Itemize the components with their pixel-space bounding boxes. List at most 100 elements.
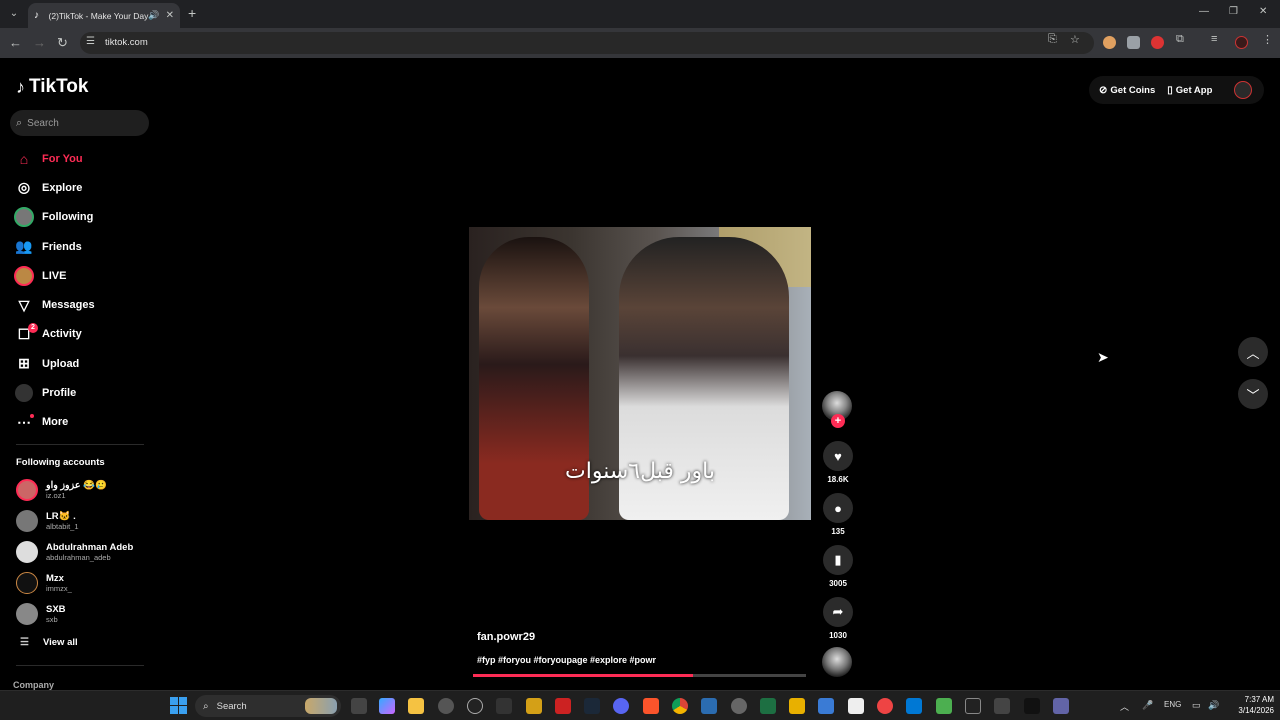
ea-icon[interactable] bbox=[877, 698, 893, 714]
tab-close-icon[interactable]: ✕ bbox=[166, 10, 174, 21]
discord-icon[interactable] bbox=[613, 698, 629, 714]
bookmark-star-icon[interactable]: ☆ bbox=[1070, 33, 1080, 46]
store-icon[interactable] bbox=[848, 698, 864, 714]
sidebar-item-explore[interactable]: ◎ Explore bbox=[14, 173, 154, 202]
music-disc-avatar[interactable] bbox=[822, 647, 852, 677]
get-coins-button[interactable]: ⊘ Get Coins bbox=[1099, 85, 1155, 96]
back-arrow-icon[interactable]: ← bbox=[9, 35, 22, 51]
taskbar-clock[interactable]: 7:37 AM 3/14/2026 bbox=[1224, 694, 1274, 716]
microphone-icon[interactable]: 🎤 bbox=[1142, 700, 1153, 711]
follow-plus-icon[interactable]: + bbox=[831, 414, 845, 428]
company-link[interactable]: Company bbox=[13, 680, 54, 690]
messages-icon: ▽ bbox=[18, 296, 30, 313]
audio-playing-icon[interactable]: 🔊 bbox=[148, 10, 159, 21]
following-account[interactable]: عزوز واو 😂🥲 iz.oz1 bbox=[16, 477, 156, 503]
notes-icon[interactable] bbox=[936, 698, 952, 714]
vs-code-icon[interactable] bbox=[701, 698, 717, 714]
tiktok-logo[interactable]: ♪ TikTok bbox=[16, 76, 88, 98]
sidebar-item-upload[interactable]: ⊞ Upload bbox=[14, 349, 154, 378]
sidebar-item-for-you[interactable]: ⌂ For You bbox=[14, 144, 154, 173]
site-info-icon[interactable]: ☰ bbox=[86, 36, 95, 47]
bookmark-icon[interactable]: ▮ bbox=[823, 545, 853, 575]
account-name: عزوز واو 😂🥲 bbox=[46, 480, 107, 491]
tab-search-icon[interactable]: ⌄ bbox=[6, 6, 22, 22]
app-icon[interactable] bbox=[965, 698, 981, 714]
heart-icon[interactable]: ♥ bbox=[823, 441, 853, 471]
steam-icon[interactable] bbox=[584, 698, 600, 714]
app-icon[interactable] bbox=[789, 698, 805, 714]
language-indicator[interactable]: ENG bbox=[1164, 700, 1181, 709]
sidebar-item-following[interactable]: Following bbox=[14, 203, 154, 232]
video-description[interactable]: #fyp #foryou #foryoupage #explore #powr bbox=[477, 655, 656, 665]
avatar bbox=[16, 541, 38, 563]
share-arrow-icon[interactable]: ➦ bbox=[823, 597, 853, 627]
brave-icon[interactable] bbox=[643, 698, 659, 714]
teams-icon[interactable] bbox=[1053, 698, 1069, 714]
app-icon[interactable] bbox=[818, 698, 834, 714]
profile-avatar-icon[interactable] bbox=[1235, 36, 1248, 49]
extensions-puzzle-icon[interactable]: ⧉ bbox=[1176, 33, 1184, 46]
rockstar-icon[interactable] bbox=[526, 698, 542, 714]
task-view-icon[interactable] bbox=[351, 698, 367, 714]
video-progress-bar[interactable] bbox=[473, 674, 806, 677]
media-control-icon[interactable]: ≡ bbox=[1211, 33, 1217, 45]
chrome-icon[interactable] bbox=[672, 698, 688, 714]
window-minimize-button[interactable]: — bbox=[1199, 6, 1209, 17]
comment-icon[interactable]: ● bbox=[823, 493, 853, 523]
address-bar[interactable]: ☰ tiktok.com bbox=[80, 32, 1094, 54]
sidebar-item-friends[interactable]: 👥 Friends bbox=[14, 232, 154, 261]
following-account[interactable]: Abdulrahman Adeb abdulrahman_adeb bbox=[16, 539, 156, 565]
extension-icon[interactable] bbox=[1103, 36, 1116, 49]
network-icon[interactable]: ▭ bbox=[1192, 700, 1201, 711]
chevron-up-icon[interactable]: ︿ bbox=[1120, 700, 1129, 713]
app-icon[interactable] bbox=[994, 698, 1010, 714]
window-close-button[interactable]: ✕ bbox=[1259, 6, 1267, 17]
windows-start-icon[interactable] bbox=[170, 697, 187, 714]
reload-icon[interactable]: ↻ bbox=[57, 35, 68, 51]
like-count: 18.6K bbox=[827, 475, 849, 484]
sidebar-item-more[interactable]: ⋯ More bbox=[14, 408, 154, 437]
app-icon[interactable] bbox=[731, 698, 747, 714]
search-bar[interactable]: ⌕ bbox=[10, 110, 149, 136]
settings-gear-icon[interactable] bbox=[438, 698, 454, 714]
search-input[interactable] bbox=[27, 117, 138, 129]
account-text: SXB sxb bbox=[46, 604, 66, 624]
circle-app-icon[interactable] bbox=[467, 698, 483, 714]
epic-games-icon[interactable] bbox=[496, 698, 512, 714]
view-all-button[interactable]: ☰ View all bbox=[20, 637, 78, 648]
sidebar-item-live[interactable]: LIVE bbox=[14, 261, 154, 290]
user-avatar[interactable] bbox=[1234, 81, 1252, 99]
sidebar-item-messages[interactable]: ▽ Messages bbox=[14, 290, 154, 319]
file-explorer-icon[interactable] bbox=[408, 698, 424, 714]
app-icon[interactable] bbox=[906, 698, 922, 714]
sidebar-item-activity[interactable]: ☐ 2 Activity bbox=[14, 320, 154, 349]
get-app-button[interactable]: ▯ Get App bbox=[1167, 85, 1212, 96]
next-video-button[interactable]: ﹀ bbox=[1238, 379, 1268, 409]
following-account[interactable]: Mzx immzx_ bbox=[16, 570, 156, 596]
profile-avatar-icon bbox=[15, 384, 33, 403]
install-app-icon[interactable]: ⎘ bbox=[1048, 33, 1057, 46]
volume-icon[interactable]: 🔊 bbox=[1208, 700, 1219, 711]
previous-video-button[interactable]: ︿ bbox=[1238, 337, 1268, 367]
following-account[interactable]: SXB sxb bbox=[16, 601, 156, 627]
shield-extension-icon[interactable] bbox=[1127, 36, 1140, 49]
video-player[interactable]: باور قبل٦سنوات bbox=[469, 227, 811, 520]
copilot-icon[interactable] bbox=[379, 698, 395, 714]
following-avatar-icon bbox=[14, 207, 34, 228]
browser-tab[interactable]: ♪ (2)TikTok - Make Your Day 🔊 ✕ bbox=[28, 3, 180, 28]
window-restore-button[interactable]: ❐ bbox=[1229, 6, 1238, 17]
browser-menu-icon[interactable]: ⋮ bbox=[1262, 33, 1273, 46]
sidebar-item-profile[interactable]: Profile bbox=[14, 378, 154, 407]
new-tab-button[interactable]: + bbox=[188, 6, 196, 20]
excel-icon[interactable] bbox=[760, 698, 776, 714]
get-app-label: Get App bbox=[1175, 84, 1213, 96]
taskbar-search[interactable]: ⌕ Search bbox=[195, 695, 341, 717]
video-author[interactable]: fan.powr29 bbox=[477, 631, 535, 643]
forward-arrow-icon[interactable]: → bbox=[33, 35, 46, 51]
red-extension-icon[interactable] bbox=[1151, 36, 1164, 49]
following-account[interactable]: LR🐱 . albtabit_1 bbox=[16, 508, 156, 534]
app-icon[interactable] bbox=[1024, 698, 1040, 714]
sidebar-item-label: Explore bbox=[42, 181, 83, 194]
sidebar-item-label: More bbox=[42, 416, 69, 429]
adobe-icon[interactable] bbox=[555, 698, 571, 714]
